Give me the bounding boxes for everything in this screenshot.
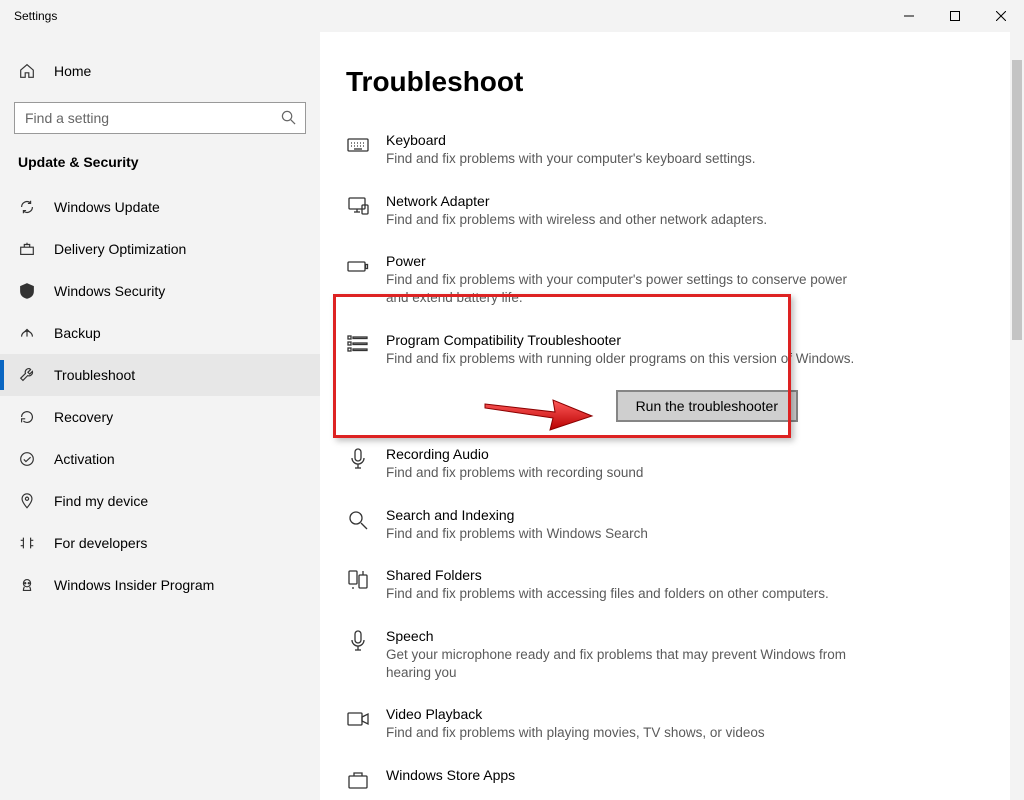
location-icon	[18, 492, 36, 510]
run-troubleshooter-button[interactable]: Run the troubleshooter	[616, 390, 798, 422]
sidebar-item-label: Activation	[54, 451, 115, 467]
search-icon	[346, 507, 370, 532]
ts-desc: Find and fix problems with running older…	[386, 350, 868, 368]
ts-desc: Find and fix problems with recording sou…	[386, 464, 868, 482]
shared-folder-icon	[346, 567, 370, 592]
sidebar-item-windows-security[interactable]: Windows Security	[0, 270, 320, 312]
ts-item-windows-store-apps[interactable]: Windows Store Apps	[346, 759, 886, 800]
ts-item-power[interactable]: Power Find and fix problems with your co…	[346, 245, 886, 315]
video-icon	[346, 706, 370, 731]
battery-icon	[346, 253, 370, 278]
ts-item-search-indexing[interactable]: Search and Indexing Find and fix problem…	[346, 499, 886, 551]
minimize-button[interactable]	[886, 0, 932, 32]
wrench-icon	[18, 366, 36, 384]
keyboard-icon	[346, 132, 370, 157]
title-bar: Settings	[0, 0, 1024, 32]
ts-title: Speech	[386, 628, 868, 644]
list-check-icon	[346, 332, 370, 357]
main-layout: Home Update & Security Windows Update De…	[0, 32, 1024, 800]
nav-home-label: Home	[54, 63, 91, 79]
ts-title: Video Playback	[386, 706, 868, 722]
content-pane: Troubleshoot Keyboard Find and fix probl…	[320, 32, 1024, 800]
troubleshooter-list: Keyboard Find and fix problems with your…	[320, 124, 1024, 800]
ts-title: Keyboard	[386, 132, 868, 148]
microphone-icon	[346, 446, 370, 471]
ts-item-recording-audio[interactable]: Recording Audio Find and fix problems wi…	[346, 438, 886, 490]
close-icon	[996, 11, 1006, 21]
backup-icon	[18, 324, 36, 342]
window-title: Settings	[14, 9, 57, 23]
sidebar-item-backup[interactable]: Backup	[0, 312, 320, 354]
sidebar-item-label: Delivery Optimization	[54, 241, 186, 257]
ts-desc: Get your microphone ready and fix proble…	[386, 646, 868, 682]
ts-title: Network Adapter	[386, 193, 868, 209]
sidebar-item-troubleshoot[interactable]: Troubleshoot	[0, 354, 320, 396]
ts-title: Search and Indexing	[386, 507, 868, 523]
search-input[interactable]	[14, 102, 306, 134]
ts-item-keyboard[interactable]: Keyboard Find and fix problems with your…	[346, 124, 886, 176]
window-controls	[886, 0, 1024, 32]
sidebar-item-delivery-optimization[interactable]: Delivery Optimization	[0, 228, 320, 270]
ts-desc: Find and fix problems with Windows Searc…	[386, 525, 868, 543]
sidebar-item-windows-insider-program[interactable]: Windows Insider Program	[0, 564, 320, 606]
ts-item-network-adapter[interactable]: Network Adapter Find and fix problems wi…	[346, 185, 886, 237]
nav-home[interactable]: Home	[0, 54, 320, 88]
sidebar-item-activation[interactable]: Activation	[0, 438, 320, 480]
sidebar-item-label: Backup	[54, 325, 101, 341]
recovery-icon	[18, 408, 36, 426]
home-icon	[18, 62, 36, 80]
developer-icon	[18, 534, 36, 552]
sidebar-item-for-developers[interactable]: For developers	[0, 522, 320, 564]
store-icon	[346, 767, 370, 792]
sidebar-item-windows-update[interactable]: Windows Update	[0, 186, 320, 228]
ts-title: Recording Audio	[386, 446, 868, 462]
sidebar-item-find-my-device[interactable]: Find my device	[0, 480, 320, 522]
microphone-icon	[346, 628, 370, 653]
ts-desc: Find and fix problems with wireless and …	[386, 211, 868, 229]
search-icon	[281, 110, 296, 130]
ts-title: Windows Store Apps	[386, 767, 868, 783]
scrollbar[interactable]	[1010, 32, 1024, 800]
ts-title: Program Compatibility Troubleshooter	[386, 332, 868, 348]
maximize-button[interactable]	[932, 0, 978, 32]
page-title: Troubleshoot	[320, 66, 1024, 124]
search-container	[14, 102, 306, 134]
check-circle-icon	[18, 450, 36, 468]
ts-desc: Find and fix problems with your computer…	[386, 271, 868, 307]
ts-desc: Find and fix problems with playing movie…	[386, 724, 868, 742]
maximize-icon	[950, 11, 960, 21]
sidebar-item-label: Windows Insider Program	[54, 577, 214, 593]
sidebar-item-label: Windows Security	[54, 283, 165, 299]
sidebar-section-heading: Update & Security	[0, 152, 320, 186]
ts-item-video-playback[interactable]: Video Playback Find and fix problems wit…	[346, 698, 886, 750]
sidebar-item-label: Troubleshoot	[54, 367, 135, 383]
sidebar: Home Update & Security Windows Update De…	[0, 32, 320, 800]
shield-icon	[18, 282, 36, 300]
delivery-icon	[18, 240, 36, 258]
network-adapter-icon	[346, 193, 370, 218]
ts-desc: Find and fix problems with accessing fil…	[386, 585, 868, 603]
ts-title: Shared Folders	[386, 567, 868, 583]
ts-item-shared-folders[interactable]: Shared Folders Find and fix problems wit…	[346, 559, 886, 611]
sidebar-item-label: Find my device	[54, 493, 148, 509]
sidebar-item-recovery[interactable]: Recovery	[0, 396, 320, 438]
sidebar-nav: Windows Update Delivery Optimization Win…	[0, 186, 320, 606]
sync-icon	[18, 198, 36, 216]
scrollbar-thumb[interactable]	[1012, 60, 1022, 340]
insider-icon	[18, 576, 36, 594]
ts-title: Power	[386, 253, 868, 269]
ts-item-program-compatibility[interactable]: Program Compatibility Troubleshooter Fin…	[346, 324, 886, 430]
sidebar-item-label: For developers	[54, 535, 147, 551]
minimize-icon	[904, 11, 914, 21]
close-button[interactable]	[978, 0, 1024, 32]
ts-item-speech[interactable]: Speech Get your microphone ready and fix…	[346, 620, 886, 690]
ts-desc: Find and fix problems with your computer…	[386, 150, 868, 168]
sidebar-item-label: Recovery	[54, 409, 113, 425]
sidebar-item-label: Windows Update	[54, 199, 160, 215]
